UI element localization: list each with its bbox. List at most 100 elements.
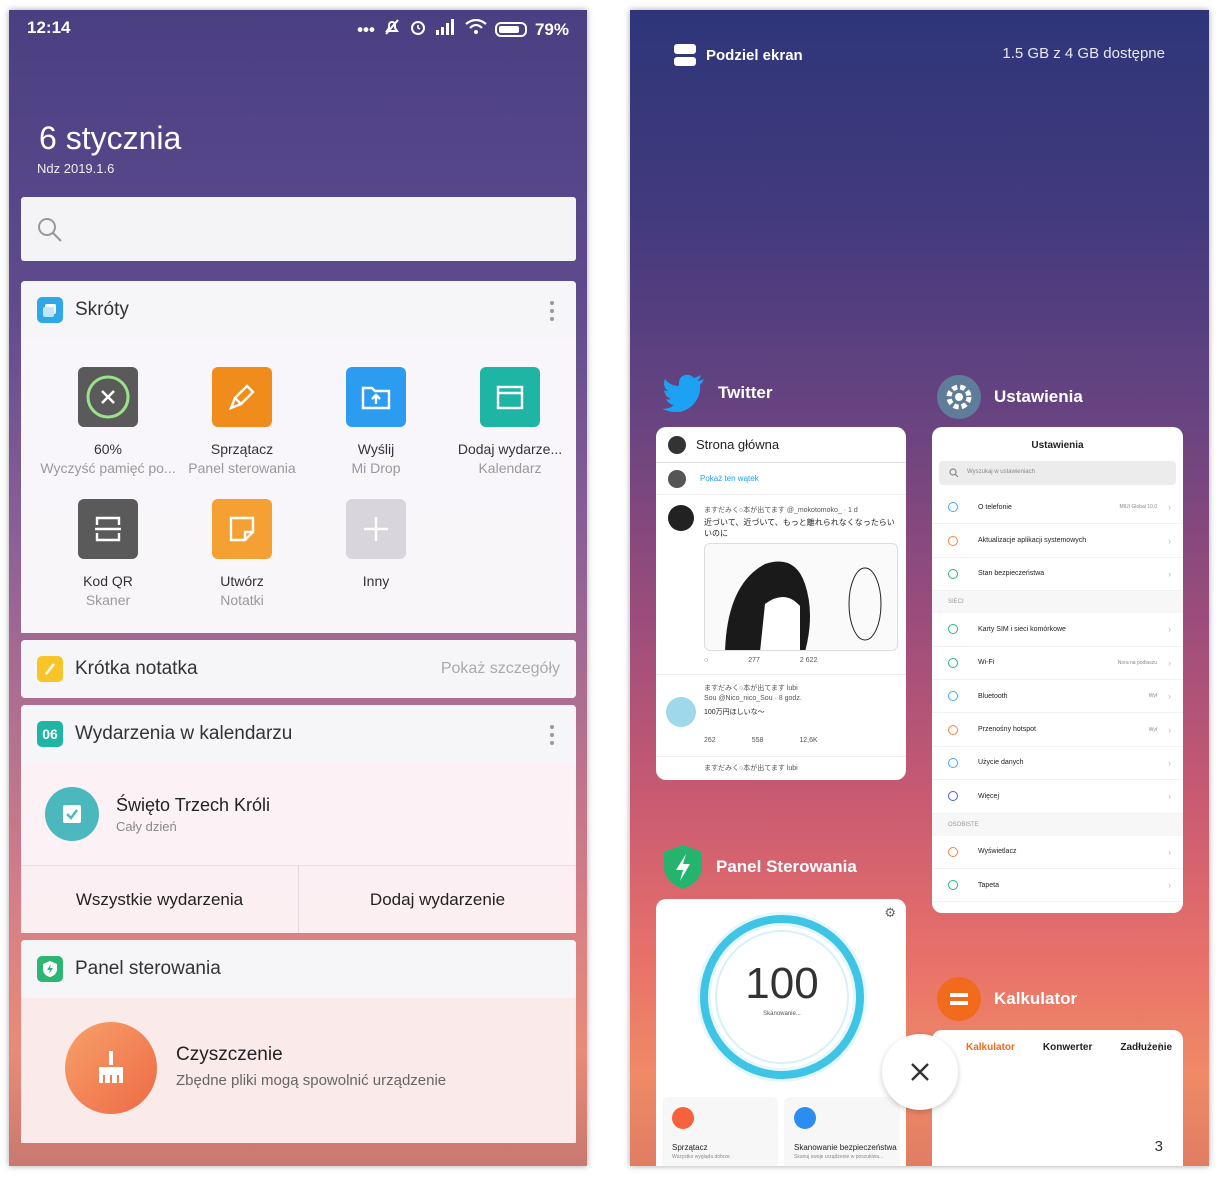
shortcut-qr[interactable]: Kod QR Skaner: [38, 499, 178, 608]
panel-app-label: Panel Sterowania: [662, 844, 857, 890]
search-icon: [38, 218, 62, 242]
like-count[interactable]: 12,6K: [799, 737, 817, 744]
settings-search[interactable]: Wyszukaj w ustawieniach: [939, 461, 1176, 485]
tweet-text: 100万円ほしいな〜: [704, 709, 765, 716]
settings-row[interactable]: Aktualizacje aplikacji systemowych ›: [932, 524, 1183, 558]
tweet-image[interactable]: [704, 543, 898, 651]
status-bar: 12:14 ••• 79%: [27, 18, 569, 40]
tab-converter[interactable]: Konwerter: [1043, 1042, 1092, 1053]
add-event-button[interactable]: Dodaj wydarzenie: [299, 866, 576, 933]
wallpaper-icon: [948, 880, 958, 891]
security-card: Panel sterowania Czyszczenie Zbędne plik…: [21, 940, 576, 1143]
settings-row[interactable]: Przenośny hotspot Wył ›: [932, 713, 1183, 747]
shortcut-add-event[interactable]: Dodaj wydarze... Kalendarz: [440, 367, 580, 476]
note-title: Krótka notatka: [75, 658, 198, 679]
calculator-card[interactable]: Kalkulator Konwerter Zadłużenie ⋮ 3: [932, 1030, 1183, 1166]
cleaner-tile[interactable]: Sprzątacz Wszystko wygląda dobrze: [662, 1097, 778, 1166]
settings-search-placeholder: Wyszukaj w ustawieniach: [967, 469, 1035, 475]
note-details-link[interactable]: Pokaż szczegóły: [441, 660, 560, 678]
battery-percent: 79%: [534, 19, 569, 39]
reply-icon[interactable]: ○: [704, 657, 708, 664]
settings-row[interactable]: Więcej ›: [932, 780, 1183, 814]
twitter-bird-icon: [662, 374, 704, 412]
battery-icon: [494, 22, 527, 37]
settings-row[interactable]: Wyświetlacz ›: [932, 836, 1183, 869]
security-title: Panel sterowania: [75, 958, 221, 979]
panel-card[interactable]: ⚙ 100 Skanowanie... Sprzątacz Wszystko w…: [656, 899, 906, 1166]
shortcut-memory-clean[interactable]: 60% Wyczyść pamięć po...: [38, 367, 178, 476]
all-events-button[interactable]: Wszystkie wydarzenia: [21, 866, 299, 933]
like-count[interactable]: 2 622: [800, 657, 818, 664]
settings-label: Ustawienia: [994, 387, 1083, 406]
left-screen: 12:14 ••• 79% 6 stycznia Ndz 2019.1.6 Sk…: [9, 10, 587, 1166]
more-options-icon[interactable]: ⋮: [1155, 1042, 1165, 1053]
upload-folder-icon: [346, 367, 406, 427]
settings-row[interactable]: Karty SIM i sieci komórkowe ›: [932, 613, 1183, 647]
tweet-stats: ○ 277 2 622: [704, 657, 817, 664]
settings-row[interactable]: Bluetooth Wył ›: [932, 680, 1183, 714]
more-options-icon[interactable]: [550, 725, 554, 749]
settings-row[interactable]: Wi-Fi Nora na podlaszu ›: [932, 647, 1183, 680]
tweet-liked-by: ますだみく○本が出てます lubi: [704, 765, 798, 772]
shortcut-label: Utwórz: [220, 573, 264, 589]
tweet-author: Sou @Nico_nico_Sou · 8 godz.: [704, 695, 802, 702]
note-header: Krótka notatka Pokaż szczegóły: [21, 640, 576, 698]
clean-description: Zbędne pliki mogą spowolnić urządzenie: [176, 1072, 447, 1089]
split-screen-button[interactable]: Podziel ekran: [674, 44, 803, 66]
calculator-display: 3: [1154, 1138, 1163, 1155]
shortcut-cleaner[interactable]: Sprzątacz Panel sterowania: [172, 367, 312, 476]
status-icons: ••• 79%: [357, 18, 569, 41]
split-screen-icon: [674, 44, 696, 66]
calendar-actions: Wszystkie wydarzenia Dodaj wydarzenie: [21, 865, 576, 933]
shortcut-other[interactable]: Inny: [306, 499, 446, 589]
retweet-count[interactable]: 277: [748, 657, 760, 664]
settings-row[interactable]: O telefonie MIUI Global 10.0 ›: [932, 491, 1183, 525]
pencil-icon: [37, 656, 63, 682]
broom-icon: [65, 1022, 157, 1114]
settings-card[interactable]: Ustawienia Wyszukaj w ustawieniach O tel…: [932, 427, 1183, 913]
reply-count[interactable]: 262: [704, 737, 716, 744]
twitter-card[interactable]: Strona główna Pokaż ten wątek ますだみく○本が出て…: [656, 427, 906, 780]
search-bar[interactable]: [21, 197, 576, 261]
calendar-icon: [480, 367, 540, 427]
shortcut-mi-drop[interactable]: Wyślij Mi Drop: [306, 367, 446, 476]
note-card[interactable]: Krótka notatka Pokaż szczegóły: [21, 640, 576, 698]
settings-gear-icon[interactable]: ⚙: [884, 905, 896, 921]
calendar-card: 06 Wydarzenia w kalendarzu Święto Trzech…: [21, 705, 576, 933]
right-screen: Podziel ekran 1.5 GB z 4 GB dostępne Twi…: [630, 10, 1209, 1166]
more-dots-icon: •••: [357, 19, 375, 39]
shortcut-note[interactable]: Utwórz Notatki: [172, 499, 312, 608]
shortcut-sublabel: Panel sterowania: [188, 460, 296, 476]
retweet-count[interactable]: 558: [752, 737, 764, 744]
memory-available: 1.5 GB z 4 GB dostępne: [1002, 45, 1165, 62]
avatar: [668, 435, 686, 454]
show-thread-link[interactable]: Pokaż ten wątek: [700, 474, 759, 483]
calendar-event[interactable]: Święto Trzech Króli Cały dzień: [21, 763, 576, 865]
data-usage-icon: [948, 757, 958, 768]
shortcuts-title: Skróty: [75, 299, 129, 320]
close-all-button[interactable]: [882, 1034, 958, 1110]
tweet-2: ますだみく○本が出てます lubi Sou @Nico_nico_Sou · 8…: [656, 675, 906, 757]
event-title: Święto Trzech Króli: [116, 795, 271, 815]
calculator-icon: [937, 977, 981, 1021]
settings-row[interactable]: Użycie danych ›: [932, 747, 1183, 781]
settings-row[interactable]: Stan bezpieczeństwa ›: [932, 558, 1183, 592]
update-icon: [948, 535, 958, 546]
split-screen-label: Podziel ekran: [706, 46, 803, 64]
gear-icon: [937, 375, 981, 419]
tweet-author: ますだみく○本が出てます @_mokotomoko_ · 1 d: [704, 507, 858, 514]
more-icon: [948, 791, 958, 802]
settings-list-2: Karty SIM i sieci komórkowe › Wi-Fi Nora n…: [932, 613, 1183, 814]
twitter-app-label: Twitter: [662, 374, 772, 412]
shield-icon: [37, 956, 63, 982]
tile-subtitle: Wszystko wygląda dobrze: [672, 1154, 730, 1160]
calculator-app-label: Kalkulator: [936, 976, 1077, 1022]
tab-calculator[interactable]: Kalkulator: [966, 1042, 1015, 1053]
security-scan-tile[interactable]: Skanowanie bezpieczeństwa Skanuj swoje u…: [784, 1097, 900, 1166]
cleaner-item[interactable]: Czyszczenie Zbędne pliki mogą spowolnić …: [21, 998, 576, 1143]
settings-list-3: Wyświetlacz › Tapeta ›: [932, 836, 1183, 903]
settings-row[interactable]: Tapeta ›: [932, 869, 1183, 903]
shortcut-label: 60%: [93, 441, 123, 457]
more-options-icon[interactable]: [550, 301, 554, 325]
calculator-label: Kalkulator: [994, 989, 1078, 1008]
